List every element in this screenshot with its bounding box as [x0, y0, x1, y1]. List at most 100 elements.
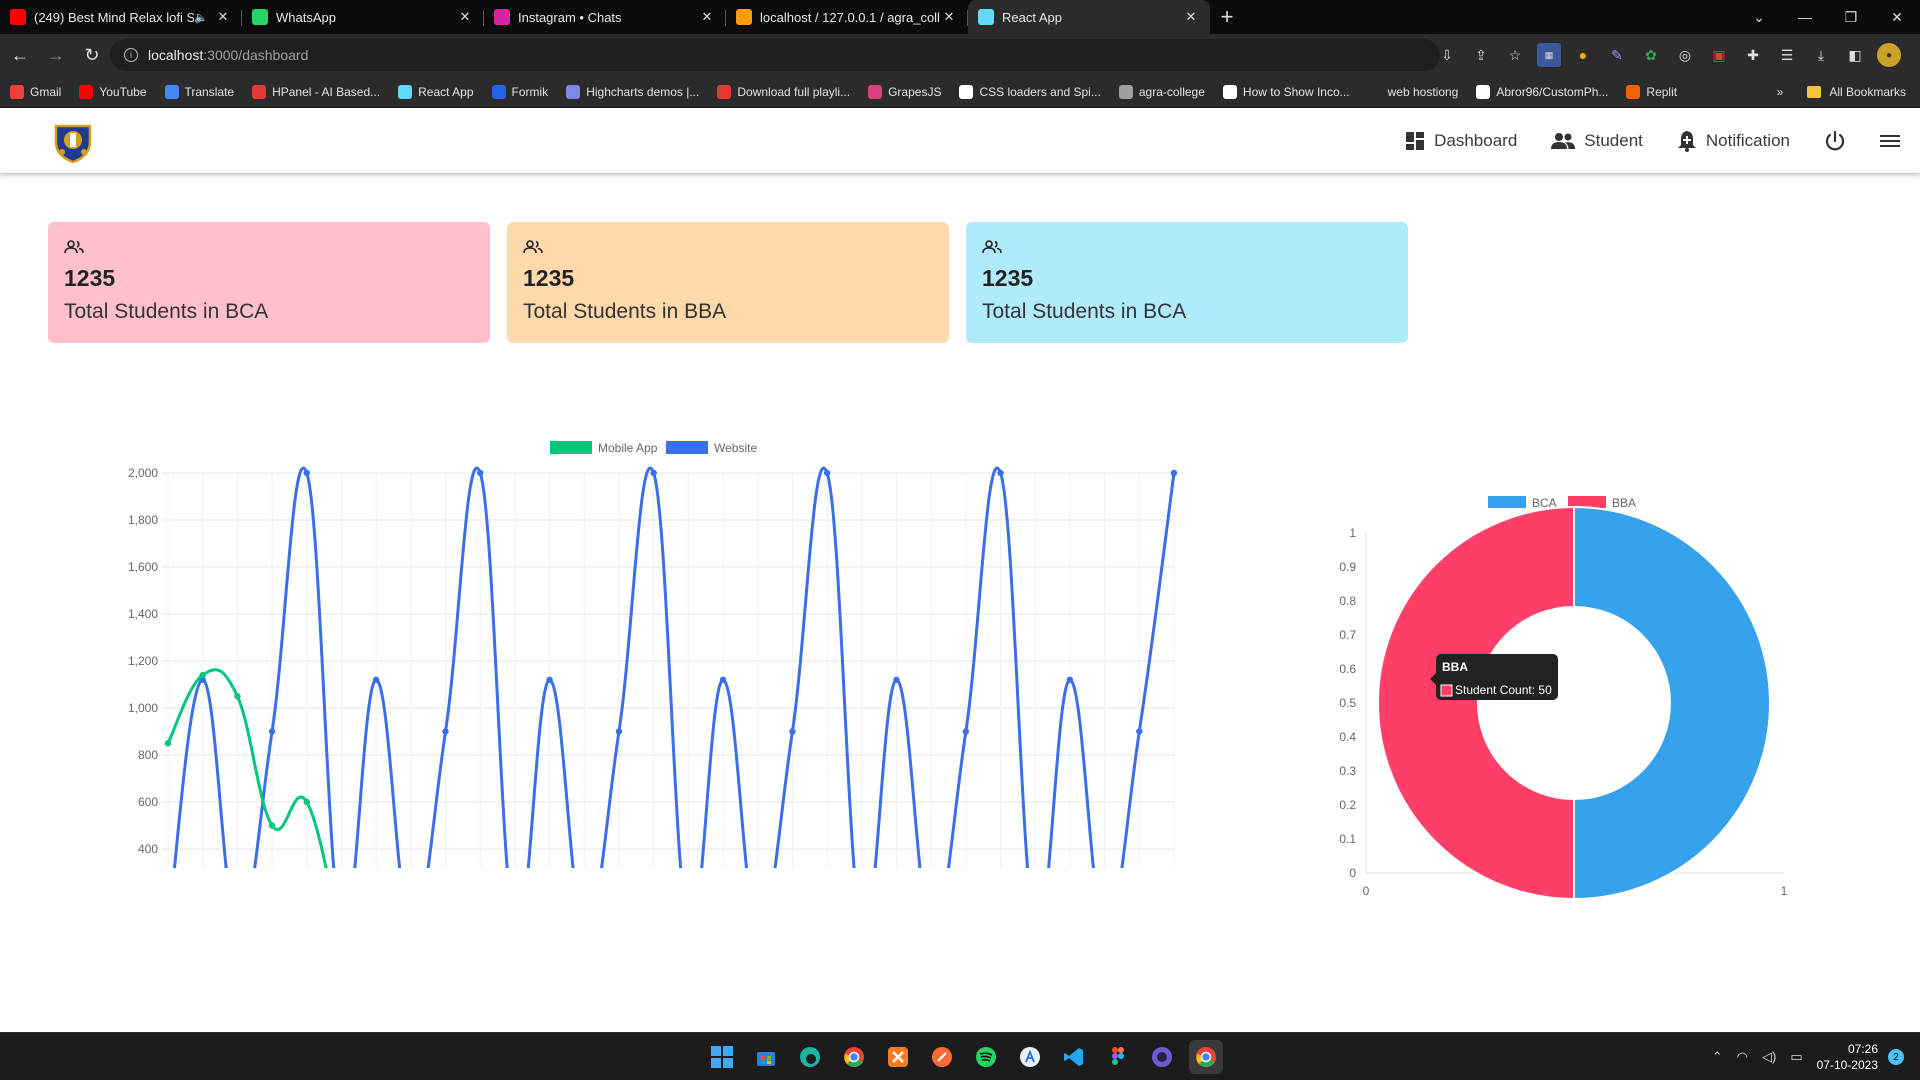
reload-button[interactable]: ↻ — [76, 39, 108, 71]
store-icon — [757, 1052, 775, 1066]
bookmark-item[interactable]: Translate — [164, 84, 234, 99]
tab-close-button[interactable]: ✕ — [698, 9, 716, 25]
edge-app[interactable] — [793, 1040, 827, 1074]
bookmarks-more-button[interactable]: » — [1777, 85, 1784, 99]
bookmark-item[interactable]: HPanel - AI Based... — [252, 84, 380, 99]
volume-icon[interactable]: ◁) — [1762, 1049, 1776, 1065]
appstore-app[interactable] — [1013, 1040, 1047, 1074]
extension-green-icon[interactable]: ✿ — [1639, 43, 1663, 67]
restore-button[interactable]: ❐ — [1828, 0, 1874, 34]
obs-app[interactable] — [1145, 1040, 1179, 1074]
xampp-app[interactable] — [881, 1040, 915, 1074]
spotify-app[interactable] — [969, 1040, 1003, 1074]
vscode-app[interactable] — [1057, 1040, 1091, 1074]
extension-new-icon[interactable]: ▦ — [1537, 43, 1561, 67]
chrome-icon — [844, 1047, 864, 1068]
side-panel-icon[interactable]: ◧ — [1843, 43, 1867, 67]
address-bar[interactable]: i localhost:3000/dashboard — [110, 39, 1440, 71]
minimize-button[interactable]: — — [1782, 0, 1828, 34]
app-header: Dashboard Student Notification — [0, 108, 1920, 173]
wifi-icon[interactable]: ◠ — [1737, 1049, 1748, 1065]
extensions-puzzle-icon[interactable]: ✚ — [1741, 43, 1765, 67]
hamburger-menu-button[interactable] — [1880, 133, 1900, 149]
nav-student[interactable]: Student — [1551, 131, 1643, 151]
browser-tab[interactable]: WhatsApp ✕ — [242, 0, 484, 34]
extension-red-icon[interactable]: ▣ — [1707, 43, 1731, 67]
extension-dots-icon[interactable]: ● — [1571, 43, 1595, 67]
postman-app[interactable] — [925, 1040, 959, 1074]
battery-icon[interactable]: ▭ — [1790, 1049, 1802, 1065]
bookmark-favicon-icon — [959, 84, 974, 99]
share-icon[interactable]: ⇪ — [1469, 43, 1493, 67]
bookmark-item[interactable]: CSS loaders and Spi... — [959, 84, 1101, 99]
tab-close-button[interactable]: ✕ — [1182, 9, 1200, 25]
site-info-icon[interactable]: i — [124, 48, 138, 62]
bookmark-item[interactable]: agra-college — [1118, 84, 1205, 99]
notification-center-badge[interactable]: 2 — [1888, 1049, 1904, 1065]
nav-notification-label: Notification — [1705, 130, 1790, 150]
tray-overflow-icon[interactable]: ⌃ — [1712, 1049, 1723, 1065]
chrome-app[interactable] — [837, 1040, 871, 1074]
store-app[interactable] — [749, 1040, 783, 1074]
nav-dashboard[interactable]: Dashboard — [1405, 131, 1517, 151]
bookmark-item[interactable]: GrapesJS — [868, 84, 941, 99]
dashboard-icon — [1406, 131, 1425, 150]
tab-close-button[interactable]: ✕ — [456, 9, 474, 25]
bookmark-item[interactable]: Gmail — [10, 84, 61, 99]
app-root: Dashboard Student Notification 1235 Tota… — [0, 108, 1920, 1032]
tab-close-button[interactable]: ✕ — [214, 9, 232, 25]
bookmark-item[interactable]: Formik — [491, 84, 548, 99]
bookmark-item[interactable]: YouTube — [79, 84, 147, 99]
tab-close-button[interactable]: ✕ — [940, 9, 958, 25]
college-logo[interactable] — [50, 118, 96, 164]
chrome-profile-app[interactable] — [1189, 1040, 1223, 1074]
extension-pen-icon[interactable]: ✎ — [1605, 43, 1629, 67]
bookmark-item[interactable]: Abror96/CustomPh... — [1476, 84, 1608, 99]
reading-list-icon[interactable]: ☰ — [1775, 43, 1799, 67]
browser-tab[interactable]: React App ✕ — [968, 0, 1210, 34]
tab-search-icon[interactable]: ⌄ — [1736, 0, 1782, 34]
browser-tab[interactable]: Instagram • Chats ✕ — [484, 0, 726, 34]
url-host: localhost — [148, 47, 204, 63]
close-window-button[interactable]: ✕ — [1874, 0, 1920, 34]
data-point — [962, 728, 970, 735]
all-bookmarks-button[interactable]: All Bookmarks — [1829, 85, 1906, 99]
start-button[interactable] — [705, 1040, 739, 1074]
bookmark-label: How to Show Inco... — [1242, 84, 1350, 99]
nav-notification[interactable]: Notification — [1677, 130, 1790, 152]
bookmark-label: Highcharts demos |... — [586, 84, 700, 99]
extension-circle-icon[interactable]: ◎ — [1673, 43, 1697, 67]
forward-button[interactable]: → — [40, 39, 72, 71]
bookmark-item[interactable]: Download full playli... — [717, 84, 851, 99]
figma-app[interactable] — [1101, 1040, 1135, 1074]
bookmark-item[interactable]: React App — [398, 84, 474, 99]
bookmark-item[interactable]: Replit — [1626, 84, 1677, 99]
bookmarks-bar: Gmail YouTube Translate HPanel - AI Based..… — [0, 76, 1920, 108]
browser-menu-icon[interactable]: ⋮ — [1911, 43, 1920, 67]
y-tick-label: 0.1 — [1339, 832, 1356, 846]
xampp-icon — [888, 1047, 908, 1067]
y-tick-label: 0 — [1349, 866, 1356, 880]
profile-avatar[interactable]: ● — [1877, 43, 1901, 67]
notification-icon — [1677, 130, 1696, 152]
install-app-icon[interactable]: ⇩ — [1435, 43, 1459, 67]
bookmark-item[interactable]: How to Show Inco... — [1222, 84, 1350, 99]
data-point — [546, 676, 553, 683]
edge-icon — [800, 1047, 820, 1067]
bookmark-item[interactable]: Highcharts demos |... — [566, 84, 700, 99]
address-toolbar: ← → ↻ i localhost:3000/dashboard ⇩ ⇪ ☆ ▦… — [0, 34, 1920, 76]
windows-taskbar: ⌃ ◠ ◁) ▭ 07:26 07-10-2023 2 — [0, 1032, 1920, 1080]
bookmark-star-icon[interactable]: ☆ — [1503, 43, 1527, 67]
data-point — [477, 469, 484, 477]
logout-button[interactable] — [1824, 130, 1846, 152]
y-tick-label: 1,400 — [128, 607, 158, 621]
new-tab-button[interactable]: + — [1210, 0, 1244, 34]
bookmark-label: Download full playli... — [737, 84, 851, 99]
bookmark-item[interactable]: web hostiong — [1367, 84, 1458, 99]
back-button[interactable]: ← — [4, 39, 36, 71]
browser-tab[interactable]: (249) Best Mind Relax lofi Sc 🔈 ✕ — [0, 0, 242, 34]
downloads-icon[interactable]: ⤓ — [1809, 43, 1833, 67]
browser-tab[interactable]: localhost / 127.0.0.1 / agra_colle ✕ — [726, 0, 968, 34]
clock[interactable]: 07:26 07-10-2023 — [1817, 1041, 1878, 1073]
tab-audio-icon[interactable]: 🔈 — [194, 11, 208, 24]
